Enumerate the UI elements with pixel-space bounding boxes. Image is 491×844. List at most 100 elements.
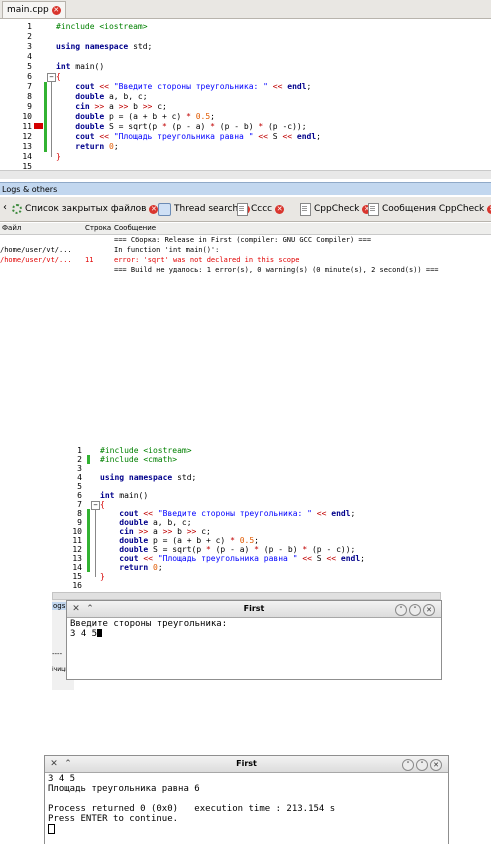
line-number: 15 <box>72 572 82 581</box>
code-line: using namespace std; <box>100 473 197 482</box>
logs-tab[interactable]: Список закрытых файлов ✕ <box>12 201 159 217</box>
line-number: 8 <box>77 509 82 518</box>
logs-tab[interactable]: Сообщения CppCheck✕ <box>368 201 491 217</box>
column-file: Файл <box>2 224 22 232</box>
maximize-button[interactable]: ˄ <box>409 604 421 616</box>
text-cursor <box>48 824 55 836</box>
logs-tab[interactable]: Cccc ✕ <box>237 201 285 217</box>
line-number: 11 <box>72 536 82 545</box>
line-number: 3 <box>77 464 82 473</box>
horizontal-scrollbar[interactable] <box>52 592 441 600</box>
line-number: 7 <box>77 500 82 509</box>
code-line: return 0; <box>75 142 119 151</box>
logs-tab-label: Cccc <box>251 204 273 214</box>
line-number: 6 <box>27 72 32 81</box>
search-icon <box>158 202 171 216</box>
line-number: 7 <box>27 82 32 91</box>
code-line: using namespace std; <box>56 42 153 51</box>
code-line: #include <cmath> <box>100 455 178 464</box>
text-cursor <box>97 629 103 637</box>
logs-tab[interactable]: CppCheck ✕ <box>300 201 372 217</box>
terminal-output-line: Press ENTER to continue. <box>48 814 179 824</box>
line-number: 10 <box>22 112 32 121</box>
code-line: } <box>56 152 61 161</box>
terminal-titlebar[interactable]: ✕ ⌃ First ˅ ˄ ✕ <box>45 756 448 773</box>
terminal-output-line: Площадь треугольника равна 6 <box>48 784 200 794</box>
message-text: === Сборка: Release in First (compiler: … <box>114 236 372 244</box>
change-bar <box>87 455 90 464</box>
logs-panel-header: Logs & others <box>0 182 491 195</box>
logs-tab-label: Сообщения CppCheck <box>382 204 485 214</box>
line-number: 10 <box>72 527 82 536</box>
document-icon <box>237 202 248 216</box>
line-number: 4 <box>27 52 32 61</box>
line-number: 2 <box>27 32 32 41</box>
logs-tab-label: Список закрытых файлов <box>25 204 147 214</box>
minimize-button[interactable]: ˅ <box>402 759 414 771</box>
code-line: cout << "Площадь треугольника равна " <<… <box>75 132 321 141</box>
line-number: 5 <box>77 482 82 491</box>
code-line: cin >> a >> b >> c; <box>75 102 167 111</box>
fold-line <box>51 82 52 157</box>
message-text: === Build не удалось: 1 error(s), 0 warn… <box>114 266 439 274</box>
code-line: double p = (a + b + c) * 0.5; <box>75 112 215 121</box>
file-tab-label: main.cpp <box>7 5 49 15</box>
line-number: 4 <box>77 473 82 482</box>
close-icon[interactable]: ✕ <box>487 204 491 214</box>
close-button[interactable]: ✕ <box>423 604 435 616</box>
gear-icon <box>12 204 22 214</box>
column-line: Строка <box>85 224 112 232</box>
line-number: 9 <box>27 102 32 111</box>
code-line: double a, b, c; <box>75 92 148 101</box>
minimize-button[interactable]: ˅ <box>395 604 407 616</box>
code-line: double S = sqrt(p * (p - a) * (p - b) * … <box>75 122 307 131</box>
logs-tab-label: CppCheck <box>314 204 360 214</box>
code-editor-fixed[interactable]: 1 #include <iostream> 2 #include <cmath> 3 4 u… <box>52 443 441 591</box>
close-button[interactable]: ✕ <box>430 759 442 771</box>
line-number: 14 <box>22 152 32 161</box>
code-editor[interactable]: 1 #include <iostream> 2 3 using namespace st… <box>0 19 491 171</box>
terminal-titlebar[interactable]: ✕ ⌃ First ˅ ˄ ✕ <box>67 601 441 618</box>
line-number: 8 <box>27 92 32 101</box>
line-number: 12 <box>72 545 82 554</box>
column-message: Сообщение <box>114 224 157 232</box>
message-text: error: 'sqrt' was not declared in this s… <box>114 256 300 264</box>
logs-tab-label: Thread search <box>174 204 239 214</box>
maximize-button[interactable]: ˄ <box>416 759 428 771</box>
horizontal-scrollbar[interactable] <box>0 170 491 179</box>
change-bar <box>44 82 47 152</box>
terminal-input-text: 3 4 5 <box>70 629 98 639</box>
code-line: { <box>56 72 61 81</box>
line-number: 16 <box>72 581 82 590</box>
document-icon <box>368 202 379 216</box>
line-number: 5 <box>27 62 32 71</box>
line-number: 2 <box>77 455 82 464</box>
message-line: 11 <box>85 256 94 264</box>
terminal-window[interactable]: ✕ ⌃ First ˅ ˄ ✕ Введите стороны треуголь… <box>66 600 442 680</box>
code-line: } <box>100 572 105 581</box>
file-tab-main-cpp[interactable]: main.cpp ✕ <box>2 1 66 18</box>
document-icon <box>300 202 311 216</box>
code-line: int main() <box>56 62 105 71</box>
build-messages-header: Файл Строка Сообщение <box>0 223 491 235</box>
terminal-window-result[interactable]: ✕ ⌃ First ˅ ˄ ✕ 3 4 5 Площадь треугольник… <box>44 755 449 844</box>
line-number: 1 <box>77 446 82 455</box>
code-line: return 0; <box>119 563 163 572</box>
build-messages-list: === Сборка: Release in First (compiler: … <box>0 235 491 295</box>
code-line: #include <iostream> <box>56 22 148 31</box>
line-number: 3 <box>27 42 32 51</box>
terminal-input-line: 3 4 5 <box>70 629 103 639</box>
line-number: 13 <box>22 142 32 151</box>
line-number: 9 <box>77 518 82 527</box>
editor-tab-bar: main.cpp ✕ <box>0 0 491 19</box>
terminal-title: First <box>243 604 265 613</box>
line-number: 11 <box>22 122 32 131</box>
fold-icon[interactable]: − <box>47 73 56 82</box>
close-icon[interactable]: ✕ <box>51 5 61 15</box>
line-number: 1 <box>27 22 32 31</box>
close-icon[interactable]: ✕ <box>275 204 285 214</box>
change-bar <box>87 509 90 572</box>
scroll-left-icon[interactable]: ‹ <box>3 202 7 213</box>
terminal-output-line: 3 4 5 <box>48 774 76 784</box>
terminal-title: First <box>236 759 257 768</box>
